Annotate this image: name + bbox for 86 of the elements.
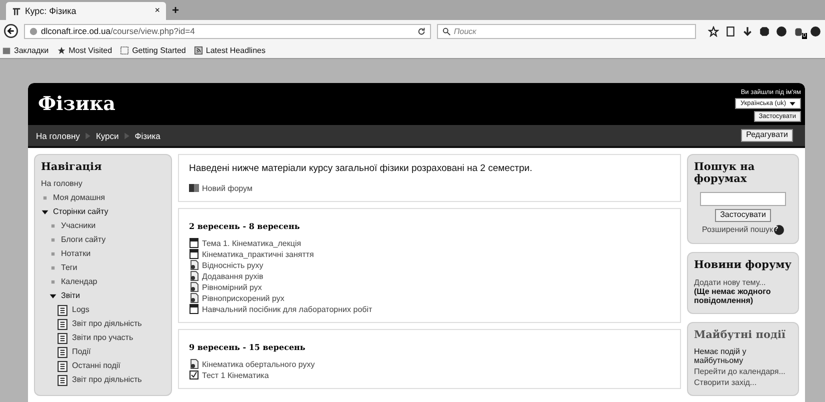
- advanced-search-link[interactable]: Розширений пошук: [702, 225, 774, 234]
- document-icon: [189, 260, 199, 270]
- feed-icon: [194, 46, 203, 54]
- edit-button[interactable]: Редагувати: [741, 129, 793, 142]
- report-icon: [57, 347, 68, 358]
- block-title: Пошук на форумах: [694, 161, 756, 185]
- site-title: Фізика: [38, 93, 116, 115]
- section-summary: Наведені нижче матеріали курсу загальної фізики розраховані на 2 семестри.: [189, 163, 534, 174]
- breadcrumb-link[interactable]: На головну: [36, 130, 80, 140]
- activity-link[interactable]: Тест 1 Кінематика: [202, 370, 269, 380]
- report-icon: [57, 319, 68, 330]
- activity-link[interactable]: Тема 1. Кінематика_лекція: [202, 238, 302, 248]
- create-event-link[interactable]: Створити захід...: [694, 378, 792, 387]
- document-icon: [189, 304, 199, 314]
- report-icon: [57, 305, 68, 316]
- site-icon: [12, 6, 21, 16]
- activity-link[interactable]: Додавання рухів: [202, 272, 264, 280]
- nav-link[interactable]: Звіти: [61, 291, 80, 300]
- new-tab-button[interactable]: +: [172, 4, 180, 17]
- stop-sign-icon: [759, 26, 770, 36]
- forum-icon: [189, 183, 199, 193]
- document-icon: [189, 359, 199, 369]
- document-icon: [189, 249, 199, 259]
- folder-icon: [2, 46, 11, 54]
- document-icon: [189, 271, 199, 281]
- nav-link[interactable]: Звіт про діяльність: [72, 319, 142, 328]
- block-title: Навігація: [41, 161, 103, 173]
- nav-link[interactable]: Моя домашня: [53, 193, 105, 202]
- activity-link[interactable]: Навчальний посібник для лабораторних робіт: [202, 304, 372, 314]
- document-icon: [189, 293, 199, 303]
- nav-link[interactable]: На головну: [41, 179, 82, 188]
- add-topic-link[interactable]: Додати нову тему...: [694, 278, 792, 287]
- nav-link[interactable]: Блоги сайту: [61, 235, 106, 244]
- nav-link[interactable]: Події: [72, 347, 91, 356]
- address-field[interactable]: dlconaft.irce.od.ua/course/view.php?id=4: [24, 24, 431, 38]
- nav-link[interactable]: Звіти про участь: [72, 333, 134, 342]
- activity-link[interactable]: Рівномірний рух: [202, 282, 262, 292]
- star-icon: [56, 46, 66, 54]
- breadcrumb-link[interactable]: Курси: [96, 130, 119, 140]
- separator-icon: [84, 132, 92, 140]
- activity-link[interactable]: Кінематика_практичні заняття: [202, 250, 314, 258]
- bookmark-item[interactable]: Latest Headlines: [206, 46, 266, 54]
- reload-icon: [416, 26, 426, 36]
- apply-button[interactable]: Застосувати: [715, 209, 771, 222]
- nav-link[interactable]: Останні події: [72, 361, 120, 370]
- search-input[interactable]: [700, 192, 786, 206]
- separator-icon: [122, 132, 131, 140]
- document-icon: [189, 238, 199, 248]
- nav-link[interactable]: Нотатки: [61, 249, 91, 258]
- calendar-link[interactable]: Перейти до календаря...: [694, 366, 792, 376]
- search-field[interactable]: Поиск: [436, 24, 696, 38]
- report-icon: [57, 361, 68, 372]
- nav-link[interactable]: Учасники: [61, 221, 96, 230]
- block-title: Майбутні події: [694, 328, 786, 341]
- report-icon: [57, 333, 68, 344]
- nav-link[interactable]: Теги: [61, 263, 78, 272]
- activity-link[interactable]: Рівноприскорений рух: [202, 294, 284, 302]
- star-icon: [708, 26, 719, 36]
- empty-message: (Ще немає жодного повідомлення): [694, 286, 772, 305]
- activity-link[interactable]: Кінематика обертального руху: [202, 360, 315, 368]
- dropdown-caret-icon: [789, 100, 796, 108]
- activity-link[interactable]: Відносність руху: [202, 260, 264, 270]
- close-button[interactable]: ×: [154, 6, 160, 16]
- page-icon: [120, 46, 130, 54]
- nav-link[interactable]: Календар: [61, 277, 98, 286]
- block-title: Новини форуму: [694, 258, 792, 271]
- download-icon: [742, 26, 753, 36]
- report-icon: [57, 375, 68, 386]
- bookmark-item[interactable]: Most Visited: [68, 46, 112, 54]
- bookmark-item[interactable]: Getting Started: [132, 46, 186, 54]
- tab-title: Курс: Фізика: [25, 6, 78, 16]
- document-icon: [189, 282, 199, 292]
- section-title: 2 вересень - 8 вересень: [189, 221, 301, 231]
- nav-link[interactable]: Logs: [72, 305, 90, 314]
- breadcrumb-link[interactable]: Фізика: [134, 130, 160, 140]
- back-icon: [4, 24, 18, 38]
- checkbox-icon: [189, 370, 199, 380]
- bookmark-item[interactable]: Закладки: [14, 46, 49, 54]
- nav-link[interactable]: Сторінки сайту: [53, 207, 108, 216]
- section-title: 9 вересень - 15 вересень: [189, 342, 306, 352]
- activity-link[interactable]: Новий форум: [202, 184, 252, 192]
- globe-icon: [29, 26, 38, 36]
- no-events-message: Немає подій у майбутньому: [694, 346, 748, 365]
- browser-tab[interactable]: Курс: Фізика ×: [6, 2, 166, 20]
- nav-link[interactable]: Звіт про діяльність: [72, 375, 142, 384]
- search-icon: [442, 26, 451, 36]
